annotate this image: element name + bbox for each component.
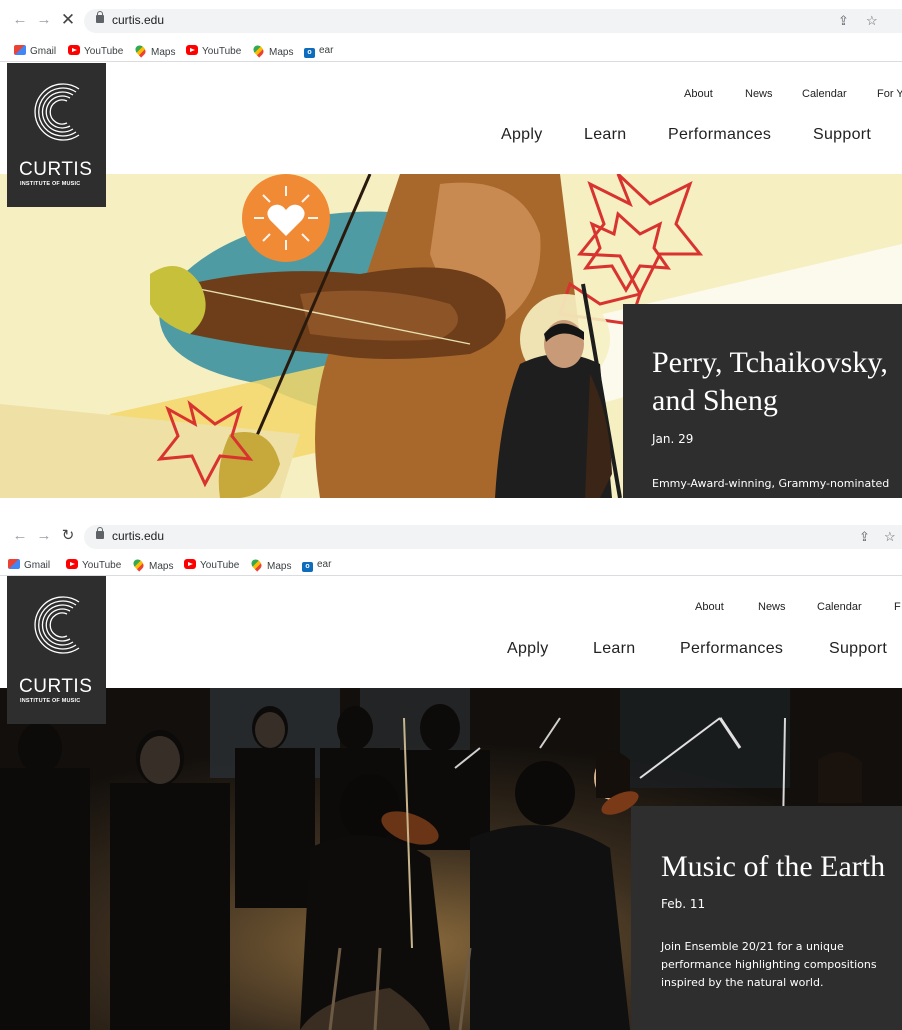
address-bar[interactable]: curtis.edu ⇪ ☆ <box>84 525 902 549</box>
nav-learn[interactable]: Learn <box>593 640 635 658</box>
bookmark-maps-2[interactable]: Maps <box>251 43 293 59</box>
site-header: About News Calendar F Apply Learn Perfor… <box>0 576 902 688</box>
nav-about[interactable]: About <box>695 601 724 613</box>
share-icon[interactable]: ⇪ <box>859 529 870 545</box>
event-title-line2: and Sheng <box>652 384 778 417</box>
bookmark-gmail[interactable]: Gmail <box>8 559 50 573</box>
maps-icon <box>251 43 266 58</box>
maps-icon <box>133 43 148 58</box>
screenshot-separator <box>0 498 902 514</box>
curtis-c-mark-icon <box>34 596 80 654</box>
address-bar[interactable]: curtis.edu ⇪ ☆ <box>84 9 902 33</box>
nav-news[interactable]: News <box>758 601 786 613</box>
outlook-icon: o <box>302 562 313 572</box>
event-description-line1: Join Ensemble 20/21 for a unique <box>661 940 844 953</box>
nav-learn[interactable]: Learn <box>584 126 626 144</box>
bookmark-ear[interactable]: o ear <box>304 45 333 59</box>
nav-news[interactable]: News <box>745 88 773 100</box>
nav-performances[interactable]: Performances <box>680 640 783 658</box>
event-description: Emmy-Award-winning, Grammy-nominated <box>652 477 890 490</box>
curtis-c-mark-icon <box>34 83 80 141</box>
bookmark-maps[interactable]: Maps <box>133 43 175 59</box>
reload-icon[interactable]: ↻ <box>60 526 76 546</box>
arrow-right-icon[interactable]: → <box>36 10 52 30</box>
event-description-line3: inspired by the natural world. <box>661 976 824 989</box>
bookmark-ear[interactable]: o ear <box>302 559 331 573</box>
bookmark-gmail[interactable]: Gmail <box>14 45 56 59</box>
event-title-line1: Perry, Tchaikovsky, <box>652 346 888 379</box>
gmail-icon <box>14 45 26 55</box>
nav-calendar[interactable]: Calendar <box>802 88 847 100</box>
bookmark-maps[interactable]: Maps <box>131 557 173 573</box>
logo-name: CURTIS <box>19 159 93 180</box>
youtube-icon <box>186 45 198 55</box>
arrow-left-icon[interactable]: ← <box>12 526 28 546</box>
event-card[interactable]: Perry, Tchaikovsky, and Sheng Jan. 29 Em… <box>623 304 902 498</box>
star-icon[interactable]: ☆ <box>866 13 878 29</box>
event-card[interactable]: Music of the Earth Feb. 11 Join Ensemble… <box>631 806 902 1030</box>
lock-icon <box>96 11 104 23</box>
curtis-logo[interactable]: CURTIS INSTITUTE OF MUSIC <box>7 576 106 724</box>
youtube-icon <box>66 559 78 569</box>
logo-subtitle: INSTITUTE OF MUSIC <box>20 181 81 187</box>
maps-icon <box>249 557 264 572</box>
browser-toolbar: ← → ✕ curtis.edu ⇪ ☆ <box>0 0 902 40</box>
screenshot-bottom: ← → ↻ curtis.edu ⇪ ☆ Gmail YouTube Maps … <box>0 514 902 1030</box>
share-icon[interactable]: ⇪ <box>838 13 849 29</box>
bookmark-maps-2[interactable]: Maps <box>249 557 291 573</box>
nav-for-you[interactable]: For Y <box>877 88 902 100</box>
logo-name: CURTIS <box>19 676 93 697</box>
curtis-logo[interactable]: CURTIS INSTITUTE OF MUSIC <box>7 63 106 207</box>
nav-about[interactable]: About <box>684 88 713 100</box>
nav-support[interactable]: Support <box>813 126 871 144</box>
hero-banner[interactable]: Music of the Earth Feb. 11 Join Ensemble… <box>0 688 902 1030</box>
url-text: curtis.edu <box>112 13 165 27</box>
lock-icon <box>96 527 104 539</box>
site-header: About News Calendar For Y Apply Learn Pe… <box>0 63 902 174</box>
gmail-icon <box>8 559 20 569</box>
url-text: curtis.edu <box>112 529 165 543</box>
youtube-icon <box>184 559 196 569</box>
event-title: Music of the Earth <box>661 850 886 883</box>
event-date: Feb. 11 <box>661 897 706 911</box>
logo-subtitle: INSTITUTE OF MUSIC <box>20 698 81 704</box>
event-date: Jan. 29 <box>652 432 694 446</box>
outlook-icon: o <box>304 48 315 58</box>
bookmark-youtube-2[interactable]: YouTube <box>186 45 241 59</box>
youtube-icon <box>68 45 80 55</box>
bookmarks-bar: Gmail YouTube Maps YouTube Maps o ear <box>0 40 902 62</box>
event-description-line2: performance highlighting compositions <box>661 958 877 971</box>
nav-apply[interactable]: Apply <box>501 126 543 144</box>
hero-banner[interactable]: Perry, Tchaikovsky, and Sheng Jan. 29 Em… <box>0 174 902 498</box>
bookmark-youtube-2[interactable]: YouTube <box>184 559 239 573</box>
nav-support[interactable]: Support <box>829 640 887 658</box>
arrow-right-icon[interactable]: → <box>36 526 52 546</box>
close-icon[interactable]: ✕ <box>60 10 76 30</box>
bookmarks-bar: Gmail YouTube Maps YouTube Maps o ear <box>0 554 902 576</box>
nav-performances[interactable]: Performances <box>668 126 771 144</box>
screenshot-top: ← → ✕ curtis.edu ⇪ ☆ Gmail YouTube Maps … <box>0 0 902 498</box>
nav-calendar[interactable]: Calendar <box>817 601 862 613</box>
bookmark-youtube[interactable]: YouTube <box>68 45 123 59</box>
maps-icon <box>131 557 146 572</box>
bookmark-youtube[interactable]: YouTube <box>66 559 121 573</box>
arrow-left-icon[interactable]: ← <box>12 10 28 30</box>
nav-for-you[interactable]: F <box>894 601 901 613</box>
browser-toolbar: ← → ↻ curtis.edu ⇪ ☆ <box>0 514 902 554</box>
nav-apply[interactable]: Apply <box>507 640 549 658</box>
star-icon[interactable]: ☆ <box>884 529 896 545</box>
